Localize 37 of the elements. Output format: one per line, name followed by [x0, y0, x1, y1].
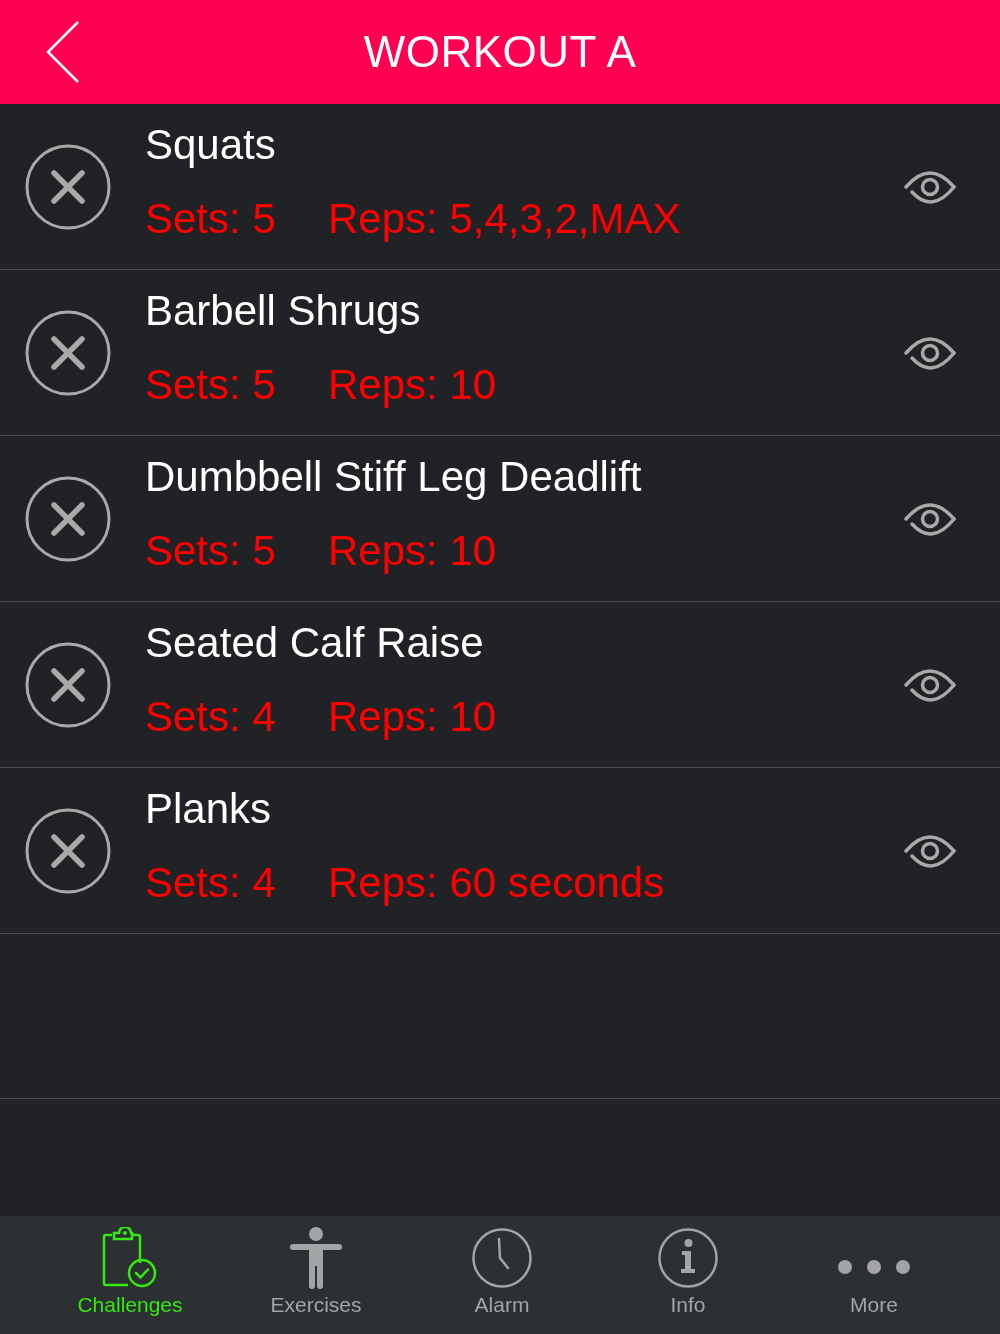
x-circle-icon	[25, 309, 111, 396]
exercise-name: Dumbbell Stiff Leg Deadlift	[145, 452, 642, 502]
reps-count: Reps: 10	[328, 526, 497, 576]
sets-count: Sets: 5	[145, 194, 277, 244]
person-icon	[289, 1227, 343, 1289]
more-dots-icon	[837, 1259, 911, 1275]
reps-count: Reps: 60 seconds	[328, 858, 665, 908]
chevron-left-icon	[46, 20, 80, 84]
exercise-name: Barbell Shrugs	[145, 286, 421, 336]
reps-count: Reps: 5,4,3,2,MAX	[328, 194, 681, 244]
reps-count: Reps: 10	[328, 692, 497, 742]
tab-bar-item[interactable]: More	[793, 1216, 955, 1334]
x-circle-icon	[25, 475, 111, 562]
tab-bar-item[interactable]: Info	[607, 1216, 769, 1334]
remove-button[interactable]	[25, 309, 111, 396]
exercise-name: Squats	[145, 120, 276, 170]
clock-icon	[472, 1228, 532, 1288]
tab-bar-item[interactable]: Exercises	[235, 1216, 397, 1334]
sets-count: Sets: 5	[145, 360, 277, 410]
sets-count: Sets: 5	[145, 526, 277, 576]
sets-count: Sets: 4	[145, 858, 277, 908]
tab-bar-item[interactable]: Alarm	[421, 1216, 583, 1334]
exercise-name: Planks	[145, 784, 272, 834]
screen-title: WORKOUT A	[363, 26, 637, 78]
remove-button[interactable]	[25, 807, 111, 894]
reps-count: Reps: 10	[328, 360, 497, 410]
remove-button[interactable]	[25, 475, 111, 562]
clipboard-check-icon	[102, 1227, 158, 1289]
x-circle-icon	[25, 143, 111, 230]
remove-button[interactable]	[25, 143, 111, 230]
tab-bar-item[interactable]: Challenges	[49, 1216, 211, 1334]
info-icon	[658, 1228, 718, 1288]
exercise-name: Seated Calf Raise	[145, 618, 484, 668]
sets-count: Sets: 4	[145, 692, 277, 742]
x-circle-icon	[25, 641, 111, 728]
x-circle-icon	[25, 807, 111, 894]
remove-button[interactable]	[25, 641, 111, 728]
